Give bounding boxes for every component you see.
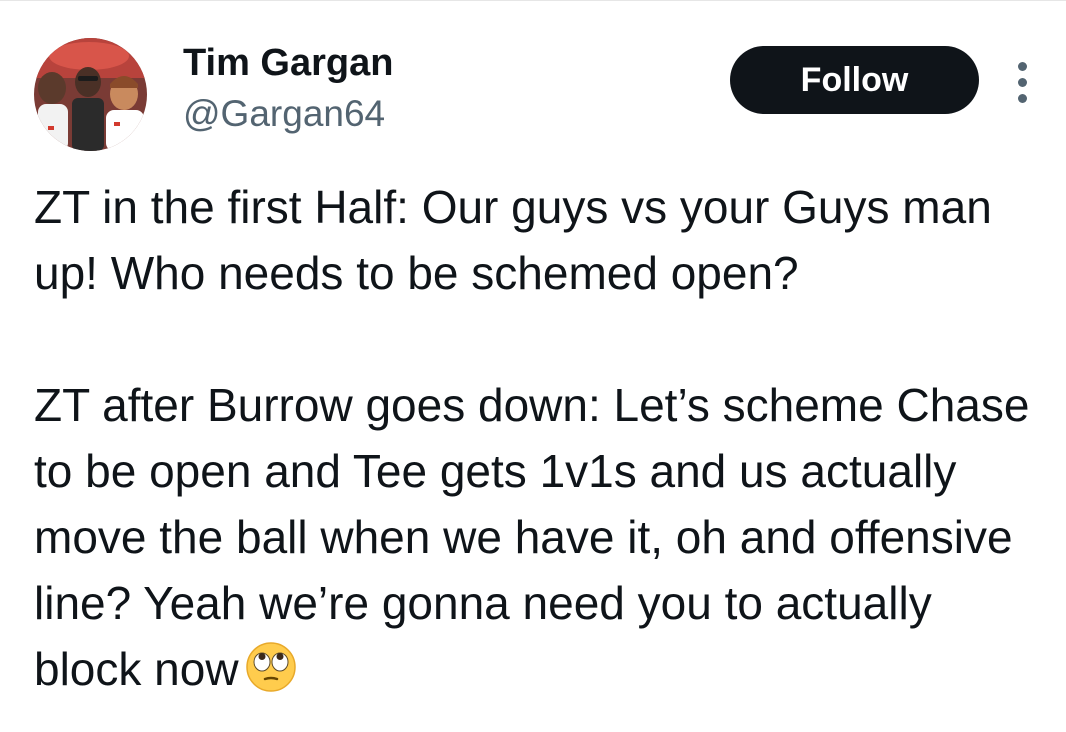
tweet-text: ZT in the first Half: Our guys vs your G… (34, 174, 1044, 710)
avatar-image (34, 38, 147, 151)
avatar[interactable] (34, 38, 147, 151)
author-name[interactable]: Tim Gargan (183, 40, 393, 86)
divider (0, 0, 1066, 1)
tweet-paragraph: ZT in the first Half: Our guys vs your G… (34, 181, 992, 299)
tweet-paragraph-text: ZT after Burrow goes down: Let’s scheme … (34, 379, 1030, 695)
tweet-paragraph: ZT after Burrow goes down: Let’s scheme … (34, 372, 1044, 710)
rolling-eyes-emoji-icon (245, 641, 297, 710)
tweet-card: Tim Gargan @Gargan64 Follow ZT in the fi… (0, 0, 1066, 732)
follow-button[interactable]: Follow (730, 46, 979, 114)
author-handle[interactable]: @Gargan64 (183, 92, 385, 136)
more-options-icon[interactable] (1010, 58, 1036, 106)
